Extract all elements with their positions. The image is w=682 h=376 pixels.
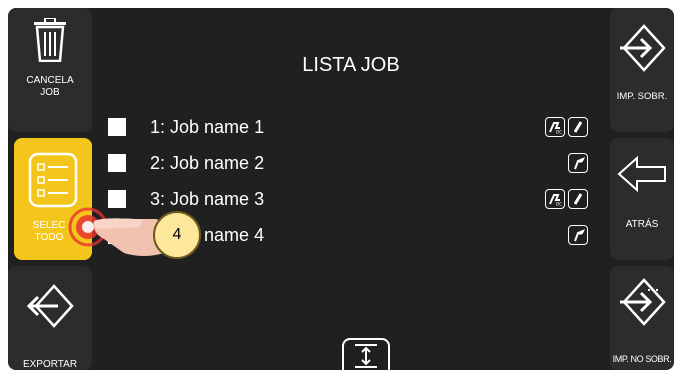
import-no-overwrite-label: IMP. NO SOBR.	[612, 354, 672, 364]
expand-vertical-icon	[353, 343, 379, 371]
back-button[interactable]: ATRÁS	[610, 138, 674, 260]
export-label: EXPORTAR	[22, 359, 78, 370]
job-name: 1: Job name 1	[150, 117, 265, 137]
job-row[interactable]: 3: Job name 3 DC	[108, 187, 588, 211]
electrode-icon	[568, 189, 588, 209]
left-panel: CANCELA JOB SELEC TODO EXPORTAR	[8, 8, 92, 370]
import-icon	[618, 24, 666, 77]
job-row[interactable]: 2: Job name 2	[108, 151, 588, 175]
import-merge-icon	[618, 278, 666, 331]
back-label: ATRÁS	[625, 219, 659, 230]
svg-text:DC: DC	[556, 130, 562, 135]
import-overwrite-button[interactable]: IMP. SOBR.	[610, 8, 674, 132]
trash-icon	[33, 17, 67, 67]
right-panel: IMP. SOBR. ATRÁS IMP. NO SOBR.	[610, 8, 674, 370]
display-screen: CANCELA JOB SELEC TODO EXPORTAR LISTA JO…	[8, 8, 674, 370]
arrow-left-icon	[617, 154, 667, 199]
electrode-icon	[568, 117, 588, 137]
job-checkbox[interactable]	[108, 154, 126, 172]
expand-collapse-button[interactable]	[342, 338, 390, 370]
job-name: 2: Job name 2	[150, 153, 265, 173]
import-no-overwrite-button[interactable]: IMP. NO SOBR.	[610, 266, 674, 370]
tig-icon	[568, 225, 588, 245]
import-overwrite-label: IMP. SOBR.	[616, 91, 668, 102]
job-row[interactable]: 1: Job name 1 DC	[108, 115, 588, 139]
tig-icon	[568, 153, 588, 173]
job-checkbox[interactable]	[108, 118, 126, 136]
page-title: LISTA JOB	[302, 54, 400, 76]
device-frame: CANCELA JOB SELEC TODO EXPORTAR LISTA JO…	[0, 0, 682, 376]
delete-job-button[interactable]: CANCELA JOB	[8, 8, 92, 132]
mig-dc-icon: DC	[545, 189, 565, 209]
delete-job-label: CANCELA JOB	[26, 75, 74, 98]
mig-dc-icon: DC	[545, 117, 565, 137]
export-icon	[26, 284, 74, 333]
export-button[interactable]: EXPORTAR	[8, 266, 92, 370]
svg-text:DC: DC	[556, 202, 562, 207]
step-callout-badge: 4	[153, 211, 201, 259]
